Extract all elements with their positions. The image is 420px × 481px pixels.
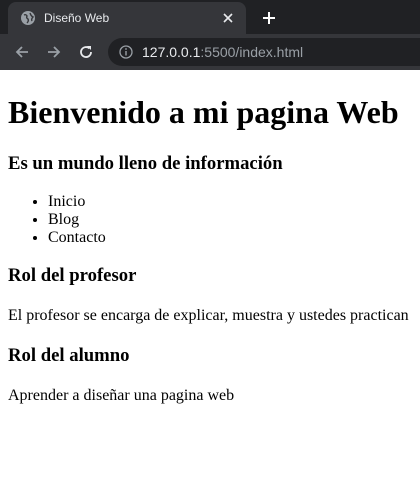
forward-button[interactable]: [40, 38, 68, 66]
reload-icon: [80, 46, 92, 58]
section-text-alumno: Aprender a diseñar una pagina web: [8, 387, 235, 404]
reload-button[interactable]: [72, 38, 100, 66]
browser-tab[interactable]: Diseño Web: [8, 2, 246, 34]
tab-title: Diseño Web: [44, 11, 110, 25]
url-host: 127.0.0.1: [142, 44, 201, 60]
new-tab-button[interactable]: [258, 7, 280, 29]
browser-toolbar: 127.0.0.1:5500/index.html: [0, 34, 420, 70]
plus-icon: [263, 12, 275, 24]
nav-item-inicio: Inicio: [48, 193, 412, 211]
nav-list: Inicio Blog Contacto: [8, 193, 412, 247]
info-icon[interactable]: [118, 44, 134, 60]
section-text-profesor: El profesor se encarga de explicar, mues…: [8, 307, 409, 324]
section-title-alumno: Rol del alumno: [8, 345, 130, 366]
page-content: Bienvenido a mi pagina Web Es un mundo l…: [0, 94, 420, 405]
page-subtitle: Es un mundo lleno de información: [8, 153, 283, 174]
globe-icon: [20, 10, 36, 26]
address-bar[interactable]: 127.0.0.1:5500/index.html: [108, 38, 420, 66]
section-title-profesor: Rol del profesor: [8, 265, 137, 286]
close-icon[interactable]: [220, 10, 236, 26]
arrow-right-icon: [48, 46, 61, 58]
url-text: 127.0.0.1:5500/index.html: [142, 44, 303, 60]
back-button[interactable]: [8, 38, 36, 66]
tab-strip: Diseño Web: [0, 0, 420, 34]
arrow-left-icon: [15, 46, 28, 58]
url-path: :5500/index.html: [200, 44, 304, 60]
nav-item-contacto: Contacto: [48, 229, 412, 247]
page-title: Bienvenido a mi pagina Web: [8, 94, 399, 130]
nav-item-blog: Blog: [48, 211, 412, 229]
